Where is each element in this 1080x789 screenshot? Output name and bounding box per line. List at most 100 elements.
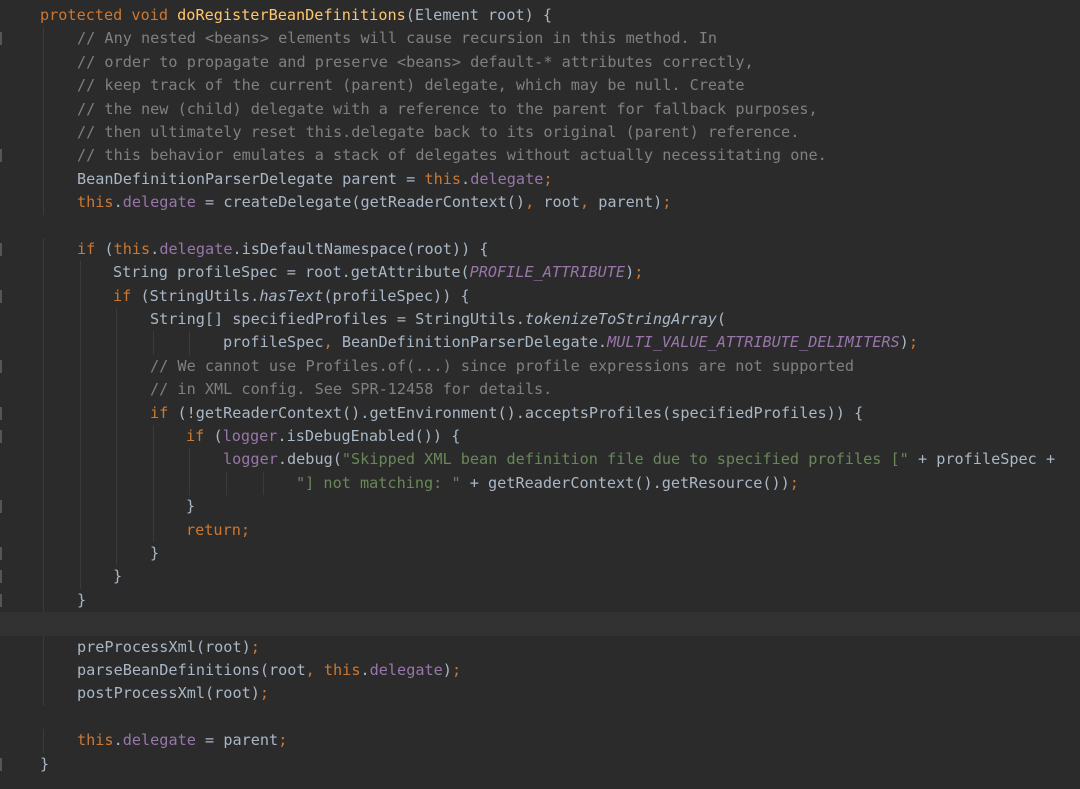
code-text: }	[77, 589, 86, 612]
indent-guide	[189, 471, 190, 496]
indent-guide	[116, 354, 117, 379]
indent-guide	[80, 401, 81, 426]
code-line[interactable]: logger.debug("Skipped XML bean definitio…	[0, 448, 1080, 472]
code-line[interactable]	[0, 215, 1080, 238]
code-line[interactable]: this.delegate = parent;	[0, 729, 1080, 753]
code-text: // the new (child) delegate with a refer…	[77, 98, 818, 121]
indent-guide	[116, 401, 117, 426]
keyword-token: if	[150, 403, 178, 422]
code-token: }	[186, 497, 196, 516]
code-line[interactable]: // this behavior emulates a stack of del…	[0, 144, 1080, 168]
field-token: delegate	[122, 193, 196, 212]
indent-guide	[80, 495, 81, 519]
code-text: // in XML config. See SPR-12458 for deta…	[150, 378, 552, 401]
indent-guide	[43, 588, 44, 613]
indent-guide	[43, 682, 44, 706]
code-text: }	[40, 753, 49, 776]
code-text: }	[186, 495, 195, 518]
keyword-token: if	[77, 239, 105, 258]
gutter-fold-marker[interactable]	[0, 32, 2, 46]
code-line[interactable]: String[] specifiedProfiles = StringUtils…	[0, 308, 1080, 332]
code-line[interactable]: String profileSpec = root.getAttribute(P…	[0, 261, 1080, 285]
keyword-token: ;	[789, 473, 799, 492]
code-line[interactable]: // order to propagate and preserve <bean…	[0, 50, 1080, 75]
indent-guide	[43, 518, 44, 542]
indent-guide	[263, 471, 264, 496]
code-text: if (!getReaderContext().getEnvironment()…	[150, 402, 863, 425]
keyword-token: ;	[908, 333, 918, 352]
gutter-fold-marker[interactable]	[0, 430, 2, 444]
code-line[interactable]: parseBeanDefinitions(root, this.delegate…	[0, 658, 1080, 683]
code-line[interactable]: preProcessXml(root);	[0, 635, 1080, 659]
indent-guide	[116, 471, 117, 496]
keyword-token: ;	[543, 169, 553, 188]
code-line[interactable]: // We cannot use Profiles.of(...) since …	[0, 354, 1080, 379]
code-line[interactable]: BeanDefinitionParserDelegate parent = th…	[0, 167, 1080, 192]
indent-guide	[43, 635, 44, 659]
code-line[interactable]: // the new (child) delegate with a refer…	[0, 97, 1080, 121]
code-token: (profileSpec)) {	[323, 286, 470, 305]
code-line[interactable]: if (StringUtils.hasText(profileSpec)) {	[0, 284, 1080, 309]
code-text: profileSpec, BeanDefinitionParserDelegat…	[223, 331, 918, 354]
gutter-fold-marker[interactable]	[0, 593, 2, 607]
code-line[interactable]: }	[0, 495, 1080, 519]
gutter-fold-marker[interactable]	[0, 359, 2, 373]
code-line[interactable]: // Any nested <beans> elements will caus…	[0, 27, 1080, 51]
code-line[interactable]	[0, 706, 1080, 729]
gutter-fold-marker[interactable]	[0, 406, 2, 420]
code-line[interactable]: protected void doRegisterBeanDefinitions…	[0, 4, 1080, 27]
indent-guide	[116, 448, 117, 472]
indent-guide	[80, 471, 81, 496]
indent-guide	[43, 729, 44, 753]
code-area[interactable]: protected void doRegisterBeanDefinitions…	[0, 4, 1080, 776]
code-line[interactable]: }	[0, 565, 1080, 589]
code-line-current[interactable]	[0, 612, 1080, 636]
keyword-token: this	[113, 239, 151, 258]
gutter-fold-marker[interactable]	[0, 242, 2, 256]
indent-guide	[43, 354, 44, 379]
code-token: .	[150, 239, 160, 258]
string-literal-token: "Skipped XML bean definition file due to…	[341, 450, 909, 469]
code-line[interactable]: // then ultimately reset this.delegate b…	[0, 120, 1080, 145]
code-line[interactable]: return;	[0, 518, 1080, 542]
comment-token: // this behavior emulates a stack of del…	[77, 146, 827, 165]
gutter-fold-marker[interactable]	[0, 546, 2, 560]
indent-guide	[116, 425, 117, 449]
code-text: // this behavior emulates a stack of del…	[77, 144, 827, 167]
comment-token: // order to propagate and preserve <bean…	[77, 52, 754, 71]
code-token: BeanDefinitionParserDelegate.	[341, 333, 608, 352]
indent-guide	[43, 331, 44, 355]
code-line[interactable]: // in XML config. See SPR-12458 for deta…	[0, 378, 1080, 402]
code-line[interactable]: }	[0, 541, 1080, 566]
code-line[interactable]: }	[0, 588, 1080, 613]
code-line[interactable]: if (!getReaderContext().getEnvironment()…	[0, 401, 1080, 426]
keyword-token: this	[77, 193, 114, 212]
gutter-fold-marker[interactable]	[0, 500, 2, 514]
code-token: String[] specifiedProfiles = StringUtils…	[150, 310, 525, 329]
gutter-fold-marker[interactable]	[0, 149, 2, 163]
indent-guide	[43, 120, 44, 145]
indent-guide	[116, 308, 117, 332]
indent-guide	[43, 144, 44, 168]
code-line[interactable]: this.delegate = createDelegate(getReader…	[0, 191, 1080, 215]
code-line[interactable]: if (this.delegate.isDefaultNamespace(roo…	[0, 237, 1080, 262]
gutter-fold-marker[interactable]	[0, 289, 2, 303]
comment-token: // We cannot use Profiles.of(...) since …	[150, 356, 855, 375]
method-name-token: doRegisterBeanDefinitions	[177, 6, 406, 24]
code-line[interactable]: postProcessXml(root);	[0, 682, 1080, 706]
code-token: (Element root) {	[405, 6, 553, 24]
code-token: profileSpec	[223, 333, 324, 352]
code-line[interactable]: profileSpec, BeanDefinitionParserDelegat…	[0, 331, 1080, 355]
code-text: if (this.delegate.isDefaultNamespace(roo…	[77, 238, 489, 261]
code-line[interactable]: }	[0, 753, 1080, 776]
code-line[interactable]: "] not matching: " + getReaderContext().…	[0, 471, 1080, 496]
indent-guide	[43, 425, 44, 449]
code-line[interactable]: // keep track of the current (parent) de…	[0, 74, 1080, 98]
code-token: parent)	[598, 193, 663, 212]
gutter-fold-marker[interactable]	[0, 757, 2, 771]
indent-guide	[43, 401, 44, 426]
indent-guide	[189, 331, 190, 355]
gutter-fold-marker[interactable]	[0, 570, 2, 584]
code-editor[interactable]: protected void doRegisterBeanDefinitions…	[0, 0, 1080, 789]
code-line[interactable]: if (logger.isDebugEnabled()) {	[0, 425, 1080, 449]
